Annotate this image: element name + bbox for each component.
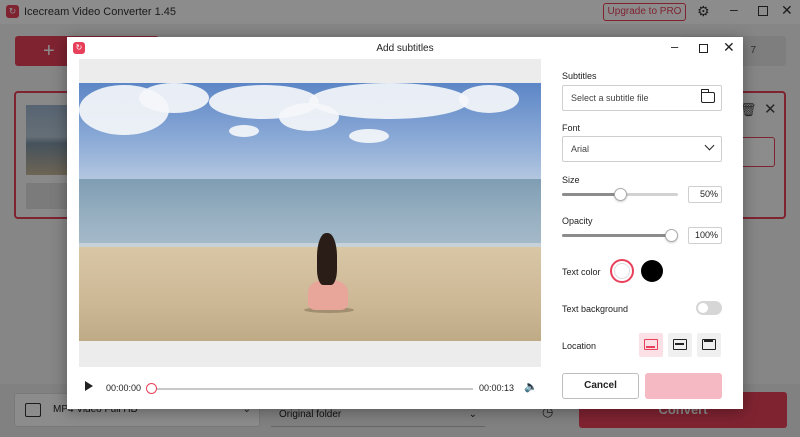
size-label: Size <box>562 175 580 185</box>
seek-handle[interactable] <box>146 383 157 394</box>
person-hair <box>317 233 337 285</box>
subtitle-settings-panel: Subtitles Select a subtitle file Font Ar… <box>562 59 727 409</box>
cloud <box>309 83 469 119</box>
subtitle-file-input[interactable]: Select a subtitle file <box>562 85 722 111</box>
opacity-slider-handle[interactable] <box>665 229 678 242</box>
location-bar <box>704 340 713 342</box>
maximize-icon[interactable] <box>699 44 708 53</box>
cloud <box>459 85 519 113</box>
size-slider[interactable] <box>562 188 678 201</box>
subtitles-label: Subtitles <box>562 71 597 81</box>
opacity-label: Opacity <box>562 216 593 226</box>
cancel-button[interactable]: Cancel <box>562 373 639 399</box>
end-time: 00:00:13 <box>479 383 515 393</box>
color-swatch-black[interactable] <box>641 260 663 282</box>
text-color-label: Text color <box>562 267 601 277</box>
location-middle-button[interactable] <box>668 333 692 357</box>
cloud <box>229 125 259 137</box>
text-background-toggle[interactable] <box>696 301 722 315</box>
dialog-titlebar: ↻ Add subtitles – ✕ <box>67 37 743 59</box>
font-select[interactable]: Arial <box>562 136 722 162</box>
cloud <box>139 83 209 113</box>
video-sea <box>79 179 541 249</box>
close-icon[interactable]: ✕ <box>723 39 735 56</box>
font-value: Arial <box>571 144 590 154</box>
player-controls: 00:00:00 00:00:13 🔈 <box>79 375 541 403</box>
volume-icon[interactable]: 🔈 <box>524 380 538 393</box>
font-label: Font <box>562 123 581 133</box>
location-middle-icon <box>673 339 687 350</box>
color-swatch-white[interactable] <box>610 259 634 283</box>
apply-button[interactable] <box>645 373 722 399</box>
folder-open-icon[interactable] <box>700 89 715 103</box>
location-bottom-button[interactable] <box>639 333 663 357</box>
opacity-value[interactable]: 100% <box>688 227 722 244</box>
add-subtitles-dialog: ↻ Add subtitles – ✕ 00:00:00 00:00:13 🔈 … <box>67 37 743 409</box>
subtitle-file-placeholder: Select a subtitle file <box>571 93 649 103</box>
dialog-title: Add subtitles <box>376 43 434 54</box>
minimize-icon[interactable]: – <box>671 39 678 54</box>
size-value[interactable]: 50% <box>688 186 722 203</box>
size-slider-fill <box>562 193 621 196</box>
current-time: 00:00:00 <box>106 383 142 393</box>
location-bar <box>675 343 684 345</box>
video-preview[interactable] <box>79 83 541 341</box>
location-top-icon <box>702 339 716 350</box>
toggle-knob <box>698 303 708 313</box>
play-icon[interactable] <box>85 381 93 391</box>
location-label: Location <box>562 341 597 351</box>
opacity-slider[interactable] <box>562 229 678 242</box>
text-background-label: Text background <box>562 304 629 314</box>
opacity-slider-fill <box>562 234 672 237</box>
location-bottom-icon <box>644 339 658 350</box>
seek-bar[interactable] <box>151 388 473 390</box>
location-top-button[interactable] <box>697 333 721 357</box>
location-bar <box>646 346 655 348</box>
cloud <box>349 129 389 143</box>
chevron-down-icon <box>704 140 715 151</box>
size-slider-handle[interactable] <box>614 188 627 201</box>
